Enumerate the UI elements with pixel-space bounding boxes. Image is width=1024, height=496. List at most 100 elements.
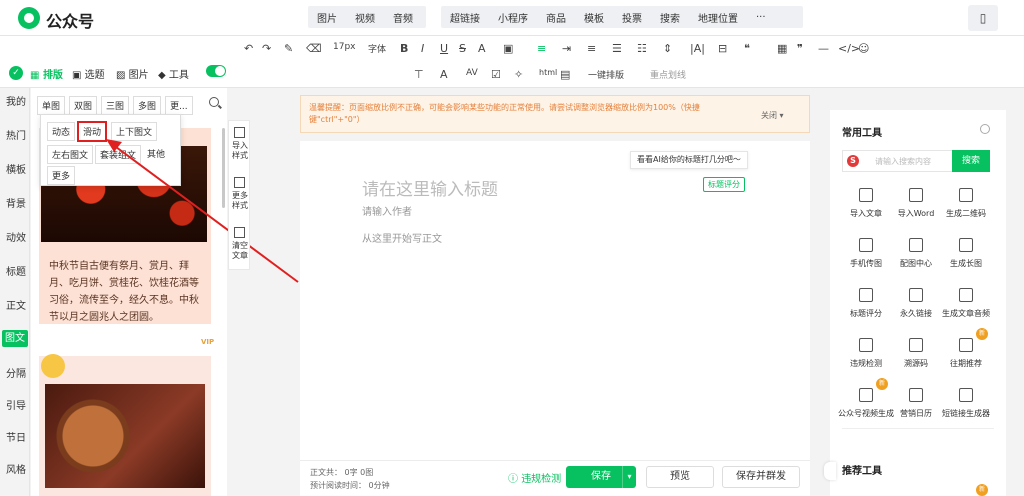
category-divider[interactable]: 分隔	[6, 368, 26, 381]
paragraph-spacing-icon[interactable]: ⇕	[663, 42, 672, 55]
category-style[interactable]: 风格	[6, 464, 26, 477]
clear-article-button[interactable]: 清空文章	[230, 241, 250, 261]
nav-template[interactable]: 模板	[575, 10, 613, 25]
body-input[interactable]: 从这里开始写正文	[362, 230, 442, 245]
text-indent-icon[interactable]: ⊤	[414, 68, 424, 81]
nav-hyperlink[interactable]: 超链接	[441, 10, 489, 25]
preview-button[interactable]: 预览	[646, 466, 714, 488]
tool-article-audio[interactable]: 生成文章音频	[938, 288, 994, 319]
nav-product[interactable]: 商品	[537, 10, 575, 25]
compliance-check-button[interactable]: ⓘ 违规检测	[508, 470, 561, 485]
nav-search[interactable]: 搜索	[651, 10, 689, 25]
category-guide[interactable]: 引导	[6, 400, 26, 413]
one-key-layout-button[interactable]: 一键排版	[588, 68, 624, 81]
category-mine[interactable]: 我的	[6, 96, 26, 109]
gear-icon[interactable]	[980, 124, 990, 134]
category-banner[interactable]: 横板	[6, 164, 26, 177]
italic-icon[interactable]: I	[421, 42, 424, 55]
import-style-button[interactable]: 导入样式	[230, 141, 250, 161]
category-animation[interactable]: 动效	[6, 232, 26, 245]
tab-layout[interactable]: ▦ 排版	[30, 66, 63, 81]
highlight-button[interactable]: 重点划线	[650, 68, 686, 81]
background-color-icon[interactable]: ▣	[503, 42, 513, 55]
chevron-down-icon[interactable]: ▾	[622, 466, 636, 488]
subtab-double[interactable]: 双图	[69, 96, 98, 115]
title-input[interactable]: 请在这里输入标题	[362, 175, 498, 200]
tool-trace-code[interactable]: 溯源码	[888, 338, 944, 369]
bold-icon[interactable]: B	[400, 42, 408, 55]
nav-more[interactable]: ···	[747, 12, 775, 23]
scrollbar[interactable]	[222, 128, 225, 208]
more-style-button[interactable]: 更多样式	[230, 191, 250, 211]
quote-block-icon[interactable]: ❞	[797, 42, 803, 55]
tool-short-link[interactable]: 短链接生成器	[938, 388, 994, 419]
tab-image[interactable]: ▨ 图片	[116, 66, 149, 81]
font-size-select[interactable]: 17px	[333, 42, 356, 52]
tool-video-gen[interactable]: 公众号视频生成	[838, 388, 894, 419]
ai-title-hint[interactable]: 看看AI给你的标题打几分吧～	[630, 151, 748, 169]
template-card[interactable]	[39, 354, 211, 496]
border-icon[interactable]: ⊟	[718, 42, 727, 55]
popup-more[interactable]: 更多	[47, 166, 76, 185]
subtab-multi[interactable]: 多图	[133, 96, 162, 115]
strikethrough-icon[interactable]: S	[459, 42, 466, 55]
save-publish-button[interactable]: 保存并群发	[722, 466, 800, 488]
font-family-select[interactable]: 字体	[368, 42, 386, 55]
notice-close-button[interactable]: 关闭 ▾	[761, 110, 784, 121]
code-icon[interactable]: </>	[838, 42, 860, 55]
category-festival[interactable]: 节日	[6, 432, 26, 445]
tab-tools[interactable]: ◆ 工具	[158, 66, 189, 81]
tab-topic[interactable]: ▣ 选题	[72, 66, 105, 81]
underline-icon[interactable]: U	[440, 42, 448, 55]
tool-import-article[interactable]: 导入文章	[838, 188, 894, 219]
undo-icon[interactable]: ↶	[244, 42, 253, 55]
nav-image[interactable]: 图片	[308, 10, 346, 25]
briefcase-icon[interactable]: ▤	[560, 68, 570, 81]
quote-icon[interactable]: ❝	[744, 42, 750, 55]
nav-video[interactable]: 视频	[346, 10, 384, 25]
emoji-icon[interactable]: ☺	[858, 42, 869, 55]
collapse-panel-handle[interactable]	[824, 462, 836, 480]
category-title[interactable]: 标题	[6, 266, 26, 279]
tool-phone-upload[interactable]: 手机传图	[838, 238, 894, 269]
popup-left-right[interactable]: 左右图文	[47, 145, 94, 164]
clear-format-icon[interactable]: ⌫	[306, 42, 322, 55]
tool-import-word[interactable]: 导入Word	[888, 188, 944, 219]
tool-search-button[interactable]: 搜索	[952, 150, 990, 172]
align-left-icon[interactable]: ≡	[537, 42, 546, 55]
tool-long-image[interactable]: 生成长图	[938, 238, 994, 269]
category-background[interactable]: 背景	[6, 198, 26, 211]
search-icon[interactable]	[209, 97, 219, 107]
spacing-icon[interactable]: AV	[466, 68, 478, 78]
panel-toggle[interactable]	[206, 65, 226, 77]
text-style-icon[interactable]: A	[440, 68, 448, 81]
font-color-icon[interactable]: A	[478, 42, 486, 55]
tool-past-recommend[interactable]: 往期推荐	[938, 338, 994, 369]
author-input[interactable]: 请输入作者	[362, 203, 412, 218]
popup-slide[interactable]: 滑动	[77, 121, 108, 142]
html-icon[interactable]: html	[539, 68, 557, 77]
tool-compliance[interactable]: 违规检测	[838, 338, 894, 369]
indent-icon[interactable]: ⇥	[562, 42, 571, 55]
title-score-button[interactable]: 标题评分	[703, 177, 745, 192]
magic-icon[interactable]: ✧	[514, 68, 523, 81]
tool-qrcode[interactable]: 生成二维码	[938, 188, 994, 219]
checklist-icon[interactable]: ☑	[491, 68, 501, 81]
nav-miniprogram[interactable]: 小程序	[489, 10, 537, 25]
mobile-preview-icon[interactable]: ▯	[968, 5, 998, 31]
align-center-icon[interactable]: ≡	[587, 42, 596, 55]
tool-marketing-calendar[interactable]: 营销日历	[888, 388, 944, 419]
category-hot[interactable]: 热门	[6, 130, 26, 143]
tool-permalink[interactable]: 永久链接	[888, 288, 944, 319]
popup-other[interactable]: 其他	[147, 147, 165, 160]
tool-title-score[interactable]: 标题评分	[838, 288, 894, 319]
editor[interactable]: 看看AI给你的标题打几分吧～ 标题评分 请在这里输入标题 请输入作者 从这里开始…	[300, 141, 810, 496]
popup-top-bottom[interactable]: 上下图文	[111, 122, 158, 141]
popup-dynamic[interactable]: 动态	[47, 122, 76, 141]
list-icon[interactable]: ☷	[637, 42, 647, 55]
subtab-triple[interactable]: 三图	[101, 96, 130, 115]
subtab-more[interactable]: 更...	[165, 96, 193, 115]
redo-icon[interactable]: ↷	[262, 42, 271, 55]
tool-search-input[interactable]: S 请输入搜索内容	[842, 150, 960, 172]
table-icon[interactable]: ▦	[777, 42, 787, 55]
